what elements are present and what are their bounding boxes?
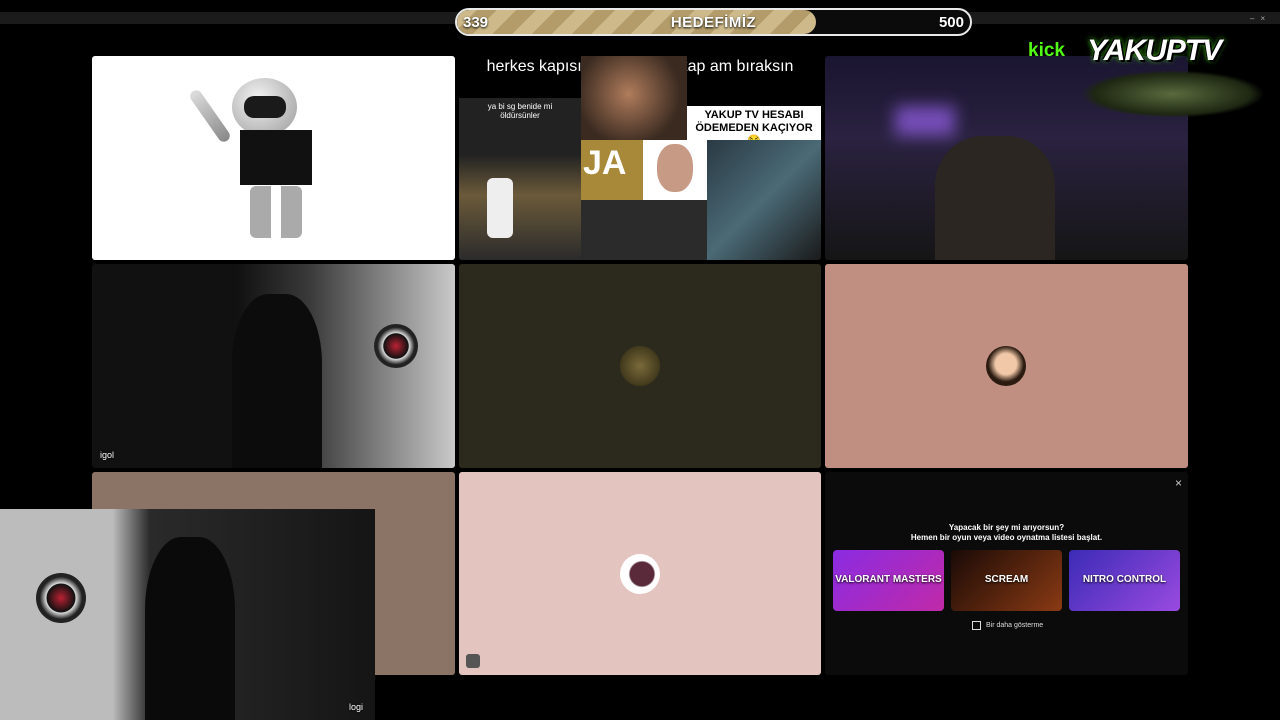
game-card-nitro-control[interactable]: NITRO CONTROL	[1069, 550, 1180, 611]
purple-light	[895, 106, 955, 136]
meme-panel-street: ya bi sg benide mi öldürsünler	[459, 98, 581, 260]
goal-title: HEDEFİMİZ	[670, 14, 757, 31]
dont-show-checkbox[interactable]	[972, 621, 981, 630]
channel-logo: kick YAKUPTV	[1025, 8, 1265, 118]
muted-mic-icon	[466, 654, 480, 668]
robot-arm	[187, 87, 233, 145]
robot-visor	[244, 96, 286, 118]
goal-target-value: 500	[938, 14, 964, 31]
robot-image	[162, 56, 382, 260]
pip-name: logi	[348, 702, 363, 712]
participant-avatar	[620, 346, 660, 386]
brand-name: YAKUPTV	[1087, 34, 1222, 67]
pip-camera: logi	[0, 509, 375, 720]
meme-panel-ja: JA	[581, 140, 643, 200]
dont-show-label: Bir daha gösterme	[986, 622, 1044, 629]
kick-logo: kick	[1028, 40, 1065, 61]
tile-meme-collage[interactable]: herkes kapısının önüne bir kap am bıraks…	[459, 56, 821, 260]
igol-person	[232, 294, 322, 468]
meme-panel-face	[581, 56, 687, 140]
game-card-label: VALORANT MASTERS	[835, 574, 942, 585]
game-suggestion-panel: × Yapacak bir şey mi arıyorsun? Hemen bi…	[825, 472, 1188, 675]
tile-igol-cam[interactable]: igol	[92, 264, 455, 468]
meme-ja-text: JA	[583, 144, 627, 182]
goal-progress-bar: 339 HEDEFİMİZ 500	[455, 8, 972, 36]
meme-panel-blur	[707, 140, 821, 260]
meme-street-text: ya bi sg benide mi öldürsünler	[487, 102, 553, 120]
tile-robot[interactable]	[92, 56, 455, 260]
logo-glow	[1080, 70, 1265, 118]
robot-legs	[250, 186, 302, 238]
meme-banner-line1: YAKUP TV HESABI	[704, 109, 804, 121]
game-card-valorant[interactable]: VALORANT MASTERS	[833, 550, 944, 611]
game-card-label: NITRO CONTROL	[1082, 574, 1167, 585]
game-panel-title-line1: Yapacak bir şey mi arıyorsun?	[948, 523, 1065, 532]
meme-person	[487, 178, 513, 238]
meme-banner: YAKUP TV HESABI ÖDEMEDEN KAÇIYOR 😂	[687, 106, 821, 140]
close-icon[interactable]: ×	[1175, 476, 1182, 490]
participant-avatar	[620, 554, 660, 594]
participant-name: igol	[100, 450, 115, 460]
pip-person	[145, 537, 235, 720]
robot-shirt	[240, 130, 312, 185]
streamer-silhouette	[935, 136, 1055, 260]
game-panel-title-line2: Hemen bir oyun veya video oynatma listes…	[910, 533, 1103, 542]
game-panel-title: Yapacak bir şey mi arıyorsun? Hemen bir …	[825, 523, 1188, 543]
meme-panel-group	[581, 200, 707, 260]
pip-dartboard	[36, 573, 86, 623]
meme-panel-portrait	[643, 140, 707, 200]
game-card-label: SCREAM	[984, 574, 1029, 585]
dartboard	[374, 324, 418, 368]
participant-avatar	[986, 346, 1026, 386]
meme-portrait-face	[657, 144, 693, 192]
tile-avatar-pink[interactable]	[825, 264, 1188, 468]
dont-show-again[interactable]: Bir daha gösterme	[972, 621, 1043, 630]
tile-avatar-dark[interactable]	[459, 264, 821, 468]
game-card-scream[interactable]: SCREAM	[951, 550, 1062, 611]
tile-avatar-light[interactable]	[459, 472, 821, 675]
meme-banner-line2: ÖDEMEDEN KAÇIYOR 😂	[695, 122, 813, 140]
